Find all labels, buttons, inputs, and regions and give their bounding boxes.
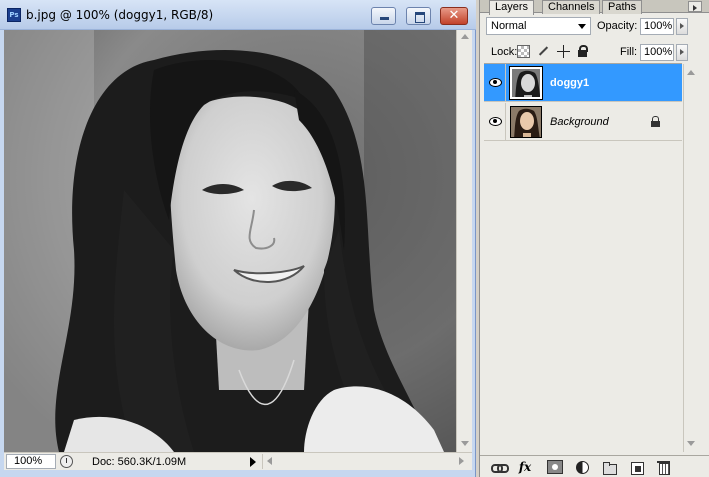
minimize-button[interactable] bbox=[371, 7, 396, 25]
new-adjustment-layer-icon[interactable] bbox=[575, 460, 591, 474]
opacity-field[interactable]: 100% bbox=[640, 18, 674, 35]
add-layer-style-button[interactable]: fx bbox=[517, 460, 533, 474]
eye-icon bbox=[489, 116, 502, 126]
document-window: Ps b.jpg @ 100% (doggy1, RGB/8) ✕ 100% D… bbox=[0, 0, 476, 477]
maximize-icon bbox=[407, 8, 430, 24]
scroll-down-arrow-icon[interactable] bbox=[461, 441, 469, 446]
fill-slider-button[interactable] bbox=[676, 44, 688, 61]
grayscale-portrait-photo bbox=[4, 30, 456, 452]
document-statusbar: 100% Doc: 560.3K/1.09M bbox=[4, 452, 472, 470]
layers-panel-footer: fx bbox=[480, 455, 709, 477]
maximize-button[interactable] bbox=[406, 7, 431, 25]
layer-row-background[interactable]: Background bbox=[484, 103, 682, 141]
document-size-info: Doc: 560.3K/1.09M bbox=[92, 456, 187, 468]
layer-thumbnail bbox=[509, 66, 543, 100]
scroll-right-arrow-icon[interactable] bbox=[459, 457, 464, 465]
tab-layers[interactable]: Layers bbox=[489, 0, 535, 15]
layer-row-doggy1[interactable]: doggy1 bbox=[484, 64, 682, 102]
minimize-icon bbox=[372, 8, 395, 24]
new-layer-icon[interactable] bbox=[629, 460, 645, 475]
add-layer-mask-icon[interactable] bbox=[547, 460, 563, 474]
eye-icon bbox=[489, 77, 502, 87]
grayscale-portrait-thumbnail-icon bbox=[512, 69, 540, 97]
lock-image-pixels-icon[interactable] bbox=[536, 45, 549, 58]
lock-all-icon[interactable] bbox=[576, 45, 589, 58]
image-canvas[interactable] bbox=[4, 30, 456, 452]
scroll-down-arrow-icon[interactable] bbox=[687, 441, 695, 446]
scroll-left-arrow-icon[interactable] bbox=[267, 457, 272, 465]
blend-mode-value: Normal bbox=[491, 20, 527, 32]
layer-name[interactable]: doggy1 bbox=[550, 77, 589, 89]
tab-paths[interactable]: Paths bbox=[602, 0, 643, 14]
layer-thumbnail bbox=[510, 106, 542, 138]
opacity-slider-button[interactable] bbox=[676, 18, 688, 35]
delete-layer-trash-icon[interactable] bbox=[656, 460, 672, 475]
lock-icon bbox=[651, 116, 660, 127]
color-portrait-thumbnail-icon bbox=[511, 107, 541, 137]
chevron-down-icon bbox=[578, 24, 586, 29]
fill-label: Fill: bbox=[620, 46, 638, 58]
zoom-level-field[interactable]: 100% bbox=[6, 454, 56, 469]
tab-channels[interactable]: Channels bbox=[542, 0, 601, 14]
layers-list: doggy1 Background bbox=[484, 64, 682, 452]
document-titlebar[interactable]: Ps b.jpg @ 100% (doggy1, RGB/8) ✕ bbox=[0, 0, 476, 30]
document-vertical-scrollbar[interactable] bbox=[456, 30, 472, 452]
lock-position-icon[interactable] bbox=[557, 45, 570, 58]
document-horizontal-scrollbar[interactable] bbox=[262, 454, 472, 469]
panel-menu-button[interactable] bbox=[688, 1, 702, 12]
fill-field[interactable]: 100% bbox=[640, 44, 674, 61]
layers-panel: Layers Channels Paths Normal Opacity: 10… bbox=[479, 0, 709, 477]
lock-transparency-icon[interactable] bbox=[517, 45, 530, 58]
link-layers-icon[interactable] bbox=[490, 460, 509, 474]
new-group-folder-icon[interactable] bbox=[602, 460, 618, 475]
close-icon: ✕ bbox=[448, 8, 460, 23]
visibility-toggle[interactable] bbox=[484, 64, 506, 102]
lock-label: Lock: bbox=[491, 46, 518, 58]
close-button[interactable]: ✕ bbox=[440, 7, 468, 25]
status-menu-arrow-icon[interactable] bbox=[250, 457, 256, 467]
layers-scrollbar[interactable] bbox=[683, 64, 697, 452]
panel-tabbar: Layers Channels Paths bbox=[480, 0, 709, 15]
status-info-icon[interactable] bbox=[60, 455, 73, 468]
scroll-up-arrow-icon[interactable] bbox=[687, 70, 695, 75]
photoshop-app-icon: Ps bbox=[7, 8, 21, 22]
blend-mode-dropdown[interactable]: Normal bbox=[486, 17, 591, 35]
scroll-up-arrow-icon[interactable] bbox=[461, 34, 469, 39]
visibility-toggle[interactable] bbox=[484, 103, 506, 141]
layer-name[interactable]: Background bbox=[550, 116, 609, 128]
opacity-label: Opacity: bbox=[597, 20, 638, 32]
document-title: b.jpg @ 100% (doggy1, RGB/8) bbox=[26, 8, 214, 22]
